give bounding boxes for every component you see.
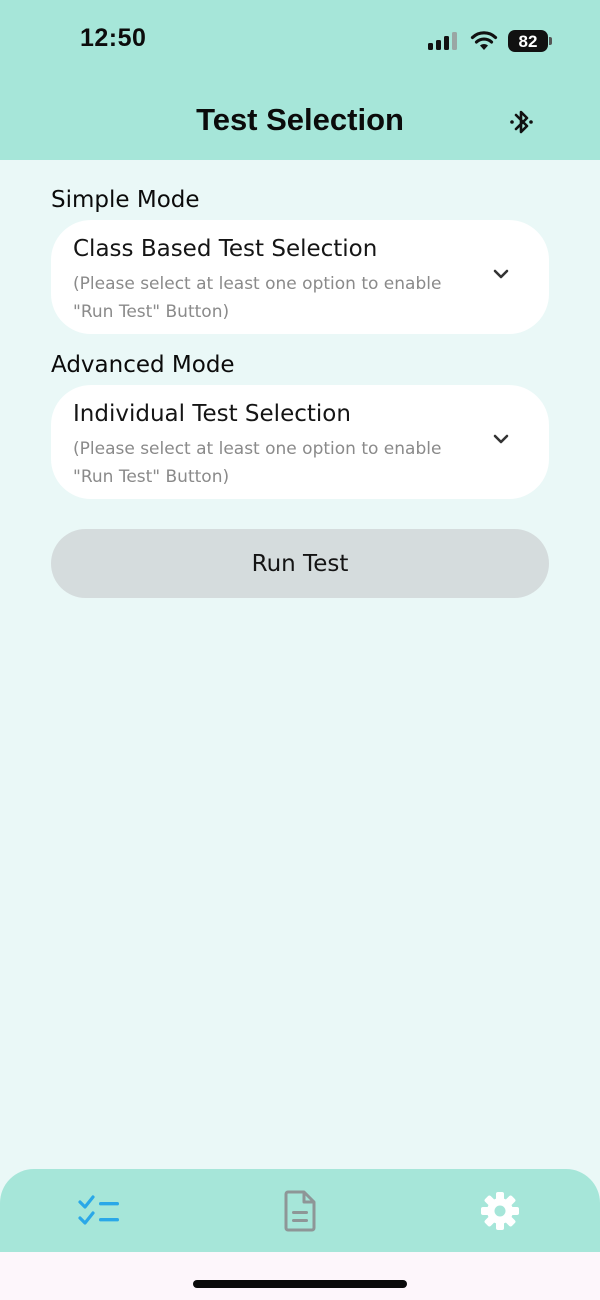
status-time: 12:50: [80, 24, 147, 52]
tab-reports[interactable]: [200, 1169, 400, 1252]
simple-mode-label: Simple Mode: [51, 187, 200, 213]
bluetooth-button[interactable]: [504, 104, 540, 140]
battery-level: 82: [518, 31, 538, 51]
advanced-mode-label: Advanced Mode: [51, 352, 235, 378]
run-test-button[interactable]: Run Test: [51, 529, 549, 598]
class-based-test-select[interactable]: Class Based Test Selection (Please selec…: [51, 220, 549, 334]
select-title: Individual Test Selection: [73, 401, 351, 427]
select-title: Class Based Test Selection: [73, 236, 378, 262]
battery-icon: 82: [508, 30, 552, 52]
home-indicator-area: [0, 1252, 600, 1300]
bluetooth-icon: [510, 110, 533, 134]
signal-icon: [428, 32, 457, 50]
bottom-tab-bar: [0, 1169, 600, 1252]
tab-settings[interactable]: [400, 1169, 600, 1252]
document-icon: [284, 1190, 316, 1231]
individual-test-select[interactable]: Individual Test Selection (Please select…: [51, 385, 549, 499]
chevron-down-icon: [493, 434, 509, 444]
select-hint: (Please select at least one option to en…: [73, 274, 442, 322]
gear-icon: [481, 1191, 519, 1230]
chevron-down-icon: [493, 269, 509, 279]
home-indicator[interactable]: [193, 1280, 407, 1288]
app-header: 12:50 82 Test Selection: [0, 0, 600, 160]
wifi-icon: [470, 31, 498, 50]
status-icons: 82: [428, 28, 552, 54]
select-hint: (Please select at least one option to en…: [73, 439, 442, 487]
tab-test-selection[interactable]: [0, 1169, 200, 1252]
checklist-icon: [78, 1194, 119, 1225]
